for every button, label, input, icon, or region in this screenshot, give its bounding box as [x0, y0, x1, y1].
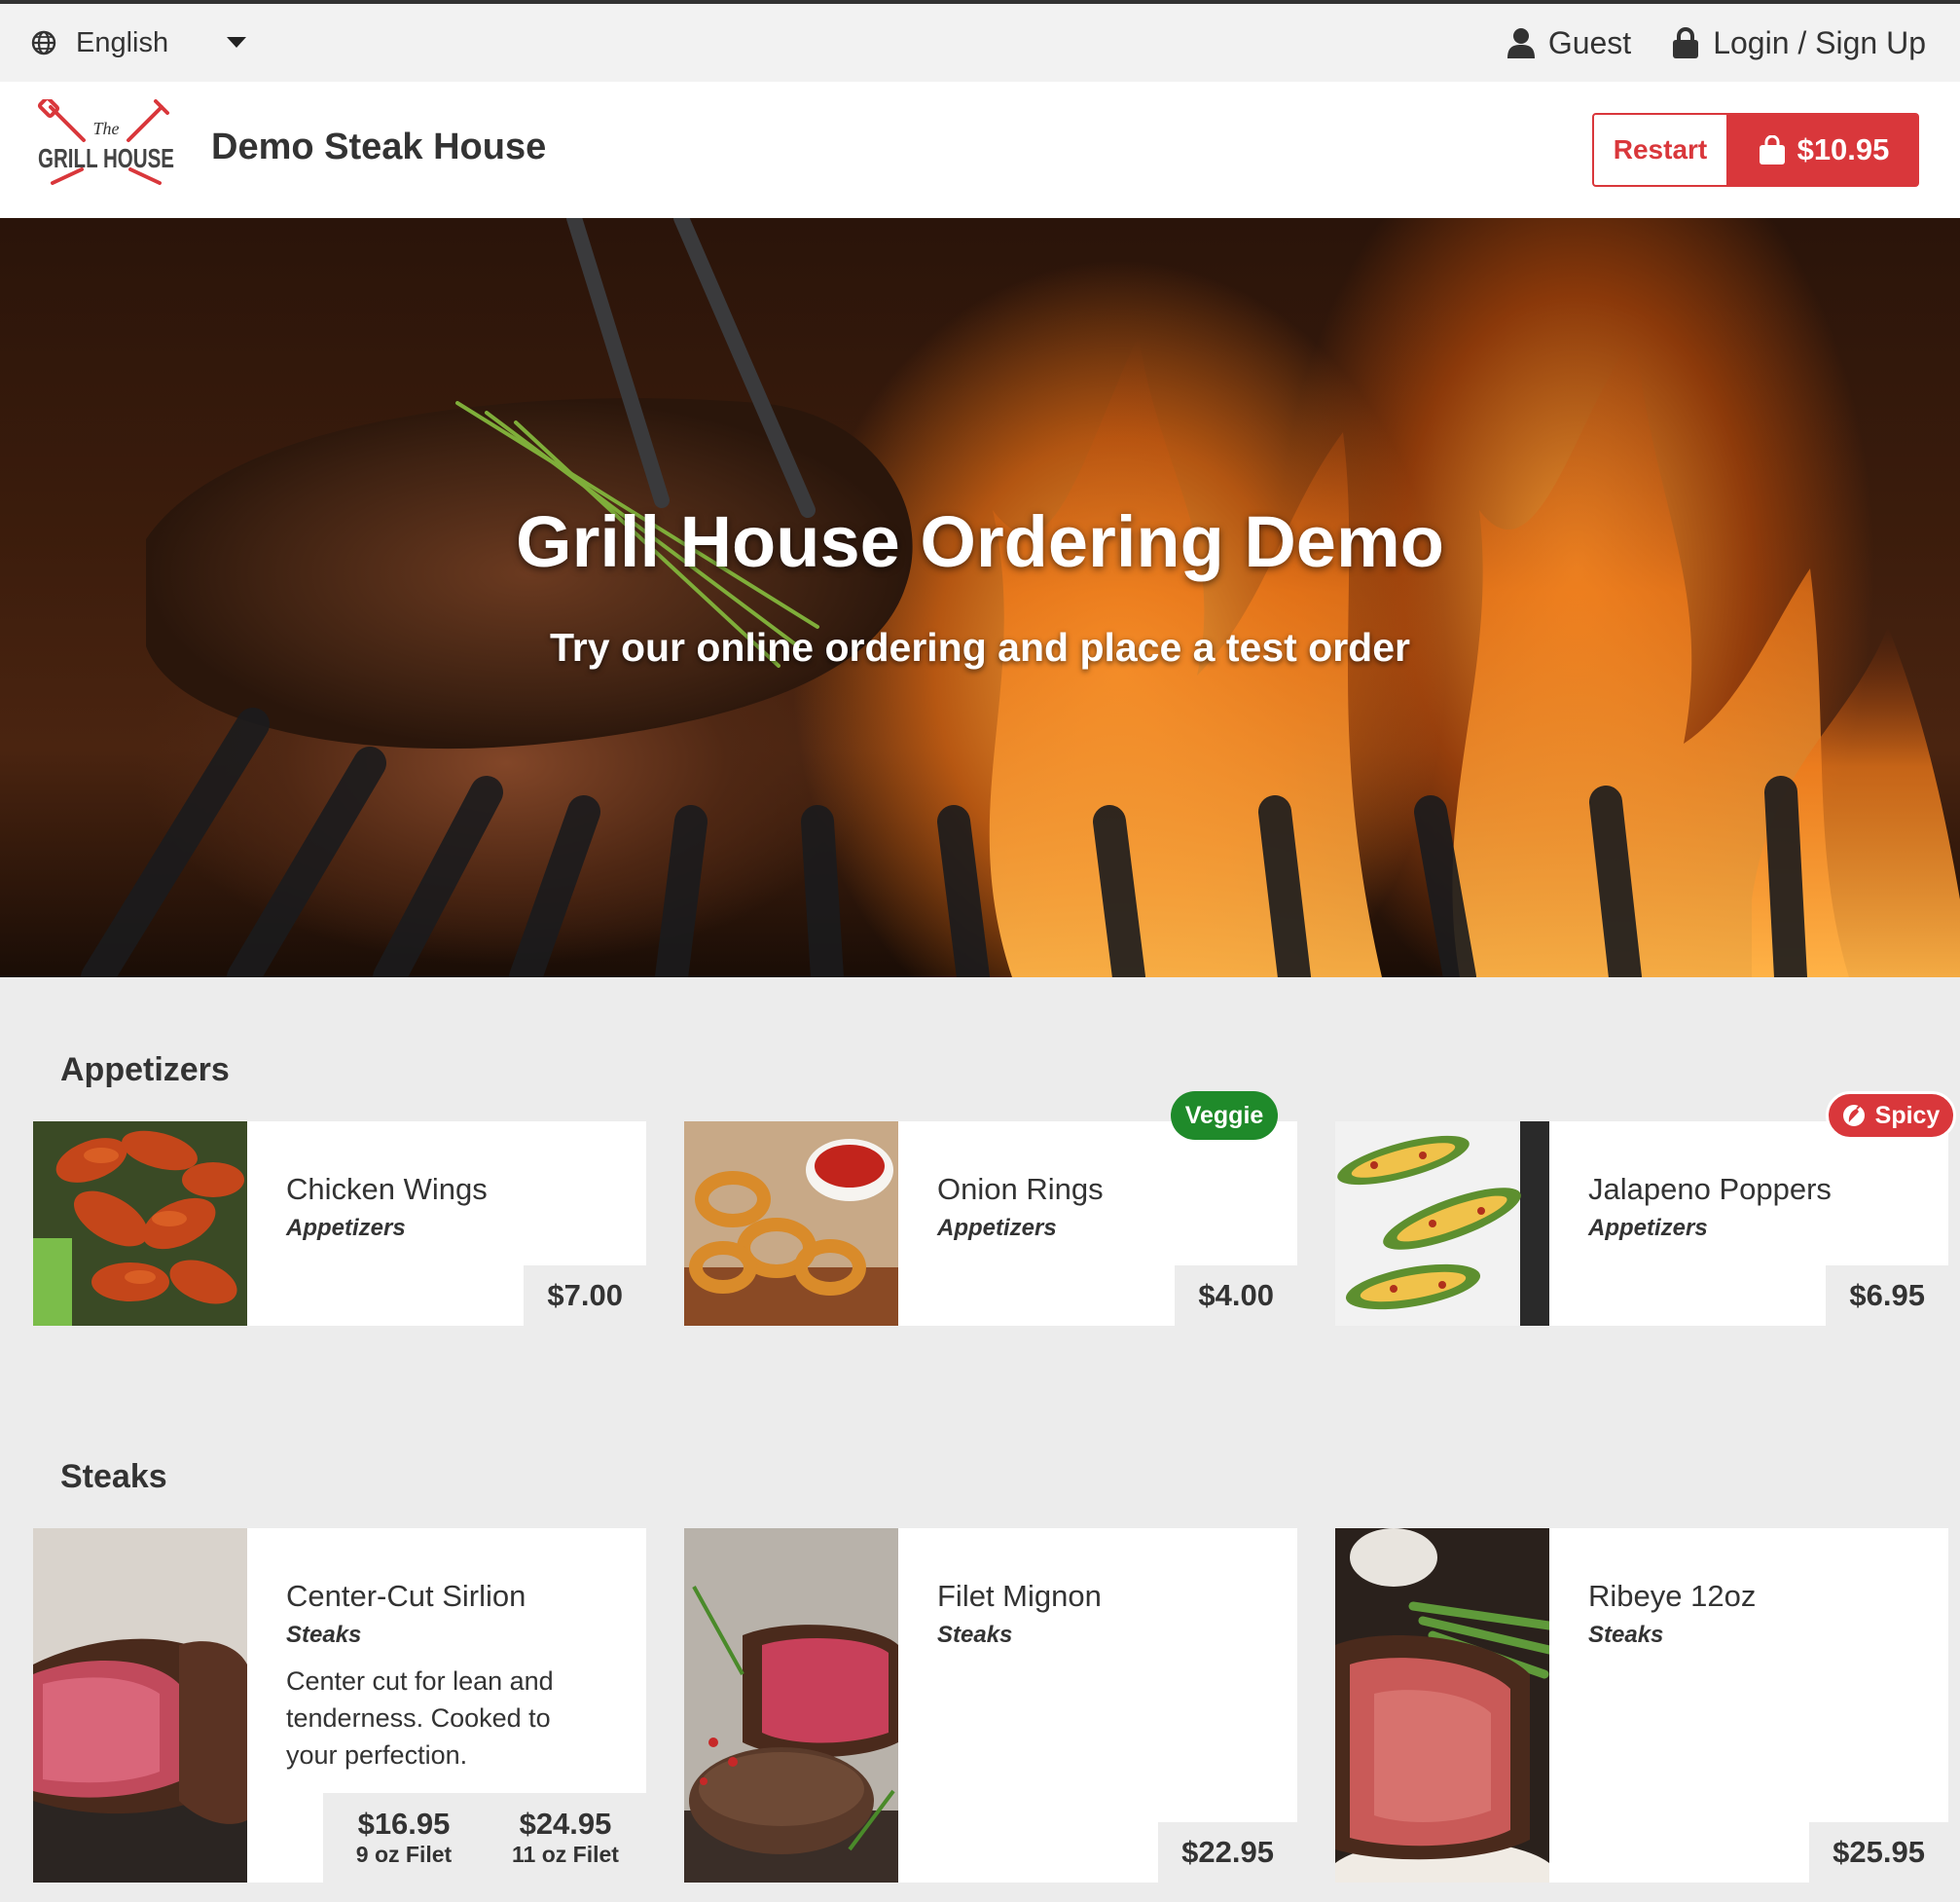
- item-name: Center-Cut Sirlion: [286, 1579, 526, 1613]
- item-category: Appetizers: [937, 1215, 1057, 1241]
- shopping-bag-icon: [1759, 135, 1785, 165]
- header-actions: Restart $10.95: [1592, 113, 1919, 187]
- option-label: 11 oz Filet: [512, 1842, 619, 1867]
- menu-item-chicken-wings[interactable]: Chicken Wings Appetizers $7.00: [33, 1121, 646, 1326]
- hero-subtitle: Try our online ordering and place a test…: [550, 625, 1410, 670]
- menu-item-ribeye[interactable]: Ribeye 12oz Steaks $25.95: [1335, 1528, 1948, 1883]
- option-price: $16.95: [357, 1807, 451, 1841]
- cart-total: $10.95: [1797, 132, 1890, 166]
- item-name: Onion Rings: [937, 1172, 1104, 1206]
- chevron-down-icon: [227, 37, 247, 48]
- lock-icon: [1673, 27, 1699, 58]
- option-price: $24.95: [519, 1807, 612, 1841]
- cart-button[interactable]: $10.95: [1728, 113, 1919, 187]
- spicy-badge: Spicy: [1826, 1091, 1956, 1140]
- menu-item-filet-mignon[interactable]: Filet Mignon Steaks $22.95: [684, 1528, 1297, 1883]
- option-label: 9 oz Filet: [355, 1842, 453, 1867]
- item-name: Filet Mignon: [937, 1579, 1102, 1613]
- item-price: $7.00: [524, 1265, 646, 1326]
- sirloin-image: [33, 1528, 247, 1883]
- chili-pepper-icon: [1842, 1105, 1865, 1126]
- item-category: Appetizers: [1588, 1215, 1708, 1241]
- veggie-badge: Veggie: [1171, 1091, 1278, 1140]
- item-name: Ribeye 12oz: [1588, 1579, 1757, 1613]
- hero-title: Grill House Ordering Demo: [516, 501, 1444, 582]
- restart-button[interactable]: Restart: [1592, 113, 1728, 187]
- item-price: $4.00: [1175, 1265, 1297, 1326]
- menu-item-center-cut-sirloin[interactable]: Center-Cut Sirlion Steaks Center cut for…: [33, 1528, 646, 1883]
- price-option-9oz[interactable]: $16.95 9 oz Filet: [323, 1793, 485, 1883]
- item-category: Appetizers: [286, 1215, 406, 1241]
- item-name: Jalapeno Poppers: [1588, 1172, 1832, 1206]
- logo-text-top: The: [93, 119, 120, 138]
- item-category: Steaks: [1588, 1622, 1664, 1648]
- item-description: Center cut for lean and tenderness. Cook…: [286, 1666, 554, 1770]
- login-link[interactable]: Login / Sign Up: [1672, 25, 1926, 61]
- globe-icon: [31, 30, 56, 55]
- price-options: $16.95 9 oz Filet $24.95 11 oz Filet: [323, 1793, 646, 1883]
- hero-banner: Grill House Ordering Demo Try our online…: [0, 218, 1960, 977]
- login-label: Login / Sign Up: [1713, 24, 1926, 60]
- item-category: Steaks: [937, 1622, 1013, 1648]
- spicy-label: Spicy: [1874, 1101, 1941, 1129]
- header: The GRILL HOUSE Demo Steak House Restart…: [0, 82, 1960, 218]
- jalapeno-poppers-image: [1335, 1121, 1549, 1326]
- grill-house-logo[interactable]: The GRILL HOUSE: [33, 95, 179, 201]
- onion-rings-image: [684, 1121, 898, 1326]
- chicken-wings-image: [33, 1121, 247, 1326]
- menu-item-onion-rings[interactable]: Veggie Onion Rings Appetizers $4.00: [684, 1091, 1297, 1326]
- logo-text-main: GRILL HOUSE: [38, 143, 174, 173]
- item-name: Chicken Wings: [286, 1172, 488, 1206]
- item-price: $22.95: [1158, 1822, 1297, 1883]
- grill-image: [81, 218, 1960, 977]
- item-price: $6.95: [1826, 1265, 1948, 1326]
- item-price: $25.95: [1809, 1822, 1948, 1883]
- language-selector[interactable]: English: [31, 27, 266, 59]
- ribeye-image: [1335, 1528, 1549, 1883]
- language-label: English: [76, 26, 169, 58]
- menu-item-jalapeno-poppers[interactable]: Spicy Jalapeno Poppers Appetizers $6.95: [1335, 1091, 1956, 1326]
- guest-label: Guest: [1547, 24, 1632, 60]
- guest-link[interactable]: Guest: [1506, 24, 1632, 61]
- restaurant-name: Demo Steak House: [211, 127, 547, 167]
- top-bar: English Guest Login / Sign Up: [0, 4, 1960, 82]
- user-links: Guest Login / Sign Up: [1467, 25, 1926, 61]
- price-option-11oz[interactable]: $24.95 11 oz Filet: [485, 1793, 646, 1883]
- user-icon: [1506, 28, 1535, 58]
- item-category: Steaks: [286, 1622, 362, 1648]
- section-title-steaks: Steaks: [60, 1458, 167, 1495]
- section-title-appetizers: Appetizers: [60, 1051, 230, 1088]
- filet-mignon-image: [684, 1528, 898, 1883]
